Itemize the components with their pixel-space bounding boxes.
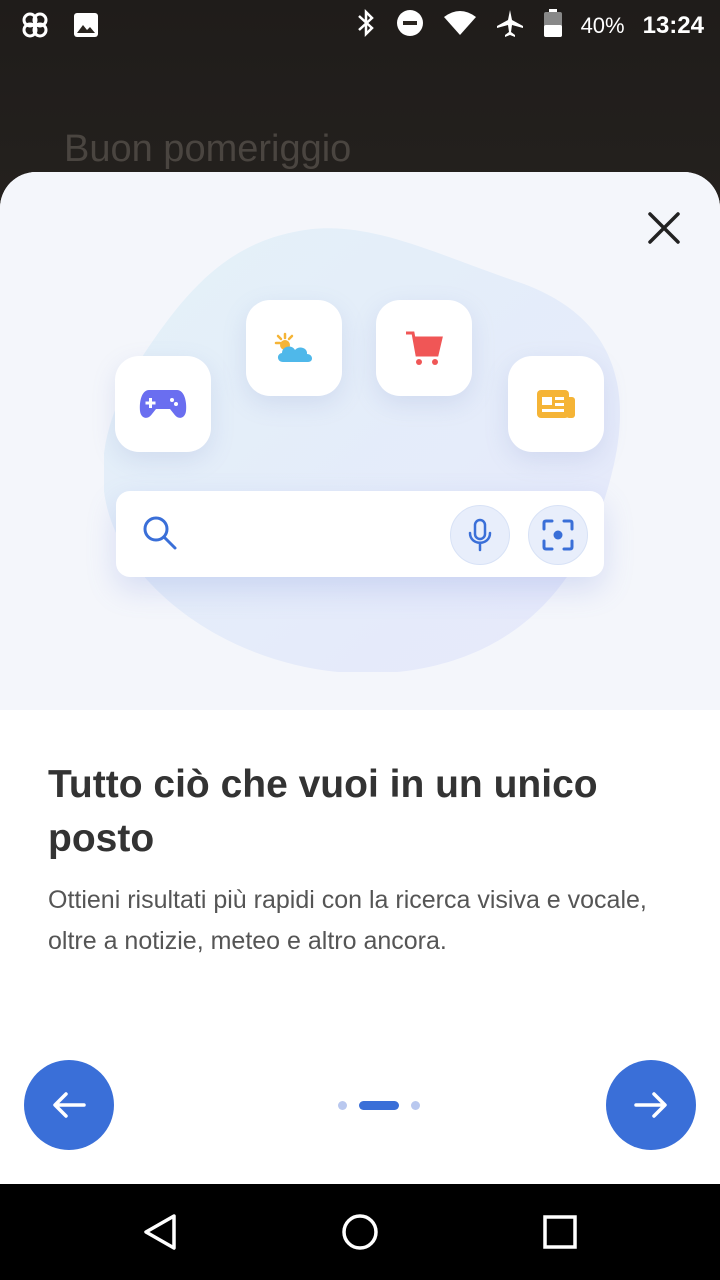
next-button[interactable] xyxy=(606,1060,696,1150)
airplane-mode-icon xyxy=(495,8,525,43)
square-recents-icon xyxy=(543,1215,577,1249)
onboarding-description: Ottieni risultati più rapidi con la rice… xyxy=(48,886,647,955)
weather-icon xyxy=(274,332,313,362)
circle-home-icon xyxy=(342,1214,378,1250)
news-tile xyxy=(508,356,604,452)
system-home-button[interactable] xyxy=(338,1210,382,1254)
shopping-cart-icon xyxy=(406,331,443,365)
voice-search-button xyxy=(450,505,510,565)
weather-tile xyxy=(246,300,342,396)
search-bar-illustration xyxy=(116,491,604,577)
greeting-text: Buon pomeriggio xyxy=(64,128,352,170)
close-icon xyxy=(648,212,680,244)
do-not-disturb-icon xyxy=(395,8,425,43)
arrow-right-icon xyxy=(634,1092,667,1118)
visual-search-icon xyxy=(542,519,574,551)
back-button[interactable] xyxy=(24,1060,114,1150)
triangle-back-icon xyxy=(144,1214,176,1250)
page-indicator xyxy=(338,1101,420,1110)
battery-icon xyxy=(543,8,563,43)
gamepad-icon xyxy=(139,390,187,418)
search-icon xyxy=(143,516,177,550)
hero-illustration xyxy=(0,172,720,710)
status-bar: 40% 13:24 xyxy=(0,0,720,50)
page-dot-active xyxy=(359,1101,399,1110)
arrow-left-icon xyxy=(53,1092,86,1118)
onboarding-title: Tutto ciò che vuoi in un unico posto xyxy=(48,763,598,860)
news-icon xyxy=(537,390,575,418)
wifi-icon xyxy=(443,9,477,42)
system-navigation-bar xyxy=(0,1184,720,1280)
system-recents-button[interactable] xyxy=(538,1210,582,1254)
visual-search-button xyxy=(528,505,588,565)
battery-percentage: 40% xyxy=(580,12,625,38)
close-button[interactable] xyxy=(638,202,690,254)
page-dot xyxy=(411,1101,420,1110)
shopping-tile xyxy=(376,300,472,396)
system-back-button[interactable] xyxy=(138,1210,182,1254)
clock: 13:24 xyxy=(642,11,704,39)
onboarding-sheet: Tutto ciò che vuoi in un unico posto Ott… xyxy=(0,172,720,1184)
page-dot xyxy=(338,1101,347,1110)
image-icon xyxy=(72,11,100,44)
pinwheel-icon xyxy=(20,10,50,45)
mic-icon xyxy=(468,518,492,552)
bluetooth-icon xyxy=(355,8,377,43)
games-tile xyxy=(115,356,211,452)
